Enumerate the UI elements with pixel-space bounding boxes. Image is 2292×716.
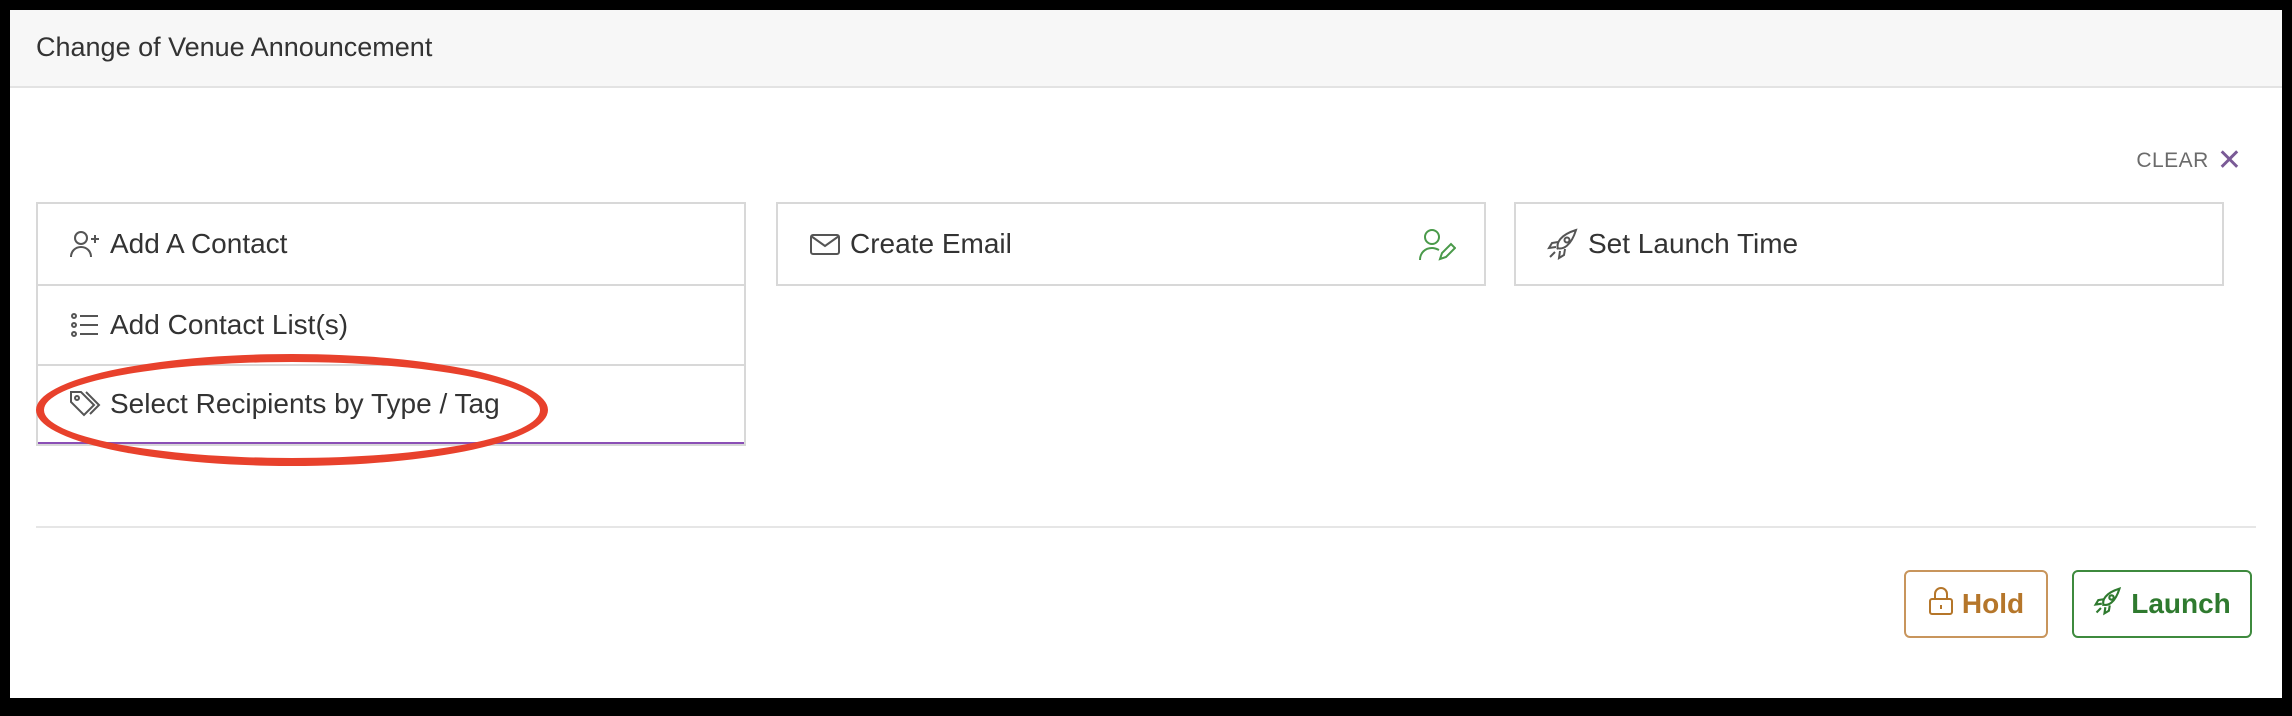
set-launch-time-label: Set Launch Time bbox=[1588, 228, 1799, 259]
select-recipients-by-tag-button[interactable]: Select Recipients by Type / Tag bbox=[38, 364, 744, 444]
clear-label: CLEAR bbox=[2136, 149, 2209, 172]
lock-icon bbox=[1928, 586, 1954, 623]
list-icon bbox=[68, 308, 102, 342]
tags-icon bbox=[68, 387, 102, 421]
add-contact-lists-label: Add Contact List(s) bbox=[110, 309, 349, 340]
rocket-icon bbox=[2093, 586, 2123, 623]
user-plus-icon bbox=[68, 227, 102, 261]
panel-header: Change of Venue Announcement bbox=[10, 10, 2282, 88]
create-email-button[interactable]: Create Email bbox=[778, 204, 1484, 284]
hold-button[interactable]: Hold bbox=[1904, 570, 2048, 638]
user-edit-icon bbox=[1418, 226, 1457, 264]
close-icon: ✕ bbox=[2216, 144, 2242, 177]
add-contact-lists-button[interactable]: Add Contact List(s) bbox=[38, 284, 744, 364]
launch-time-panel: Set Launch Time bbox=[1514, 202, 2224, 286]
recipients-panel: Add A Contact Add Contact List(s) Select… bbox=[36, 202, 746, 446]
panel-title: Change of Venue Announcement bbox=[36, 32, 433, 62]
select-recipients-label: Select Recipients by Type / Tag bbox=[110, 388, 500, 419]
add-contact-label: Add A Contact bbox=[110, 228, 288, 259]
hold-label: Hold bbox=[1961, 588, 2025, 619]
rocket-icon bbox=[1546, 227, 1580, 261]
envelope-icon bbox=[808, 227, 842, 261]
set-launch-time-button[interactable]: Set Launch Time bbox=[1516, 204, 2222, 284]
divider bbox=[36, 526, 2256, 528]
create-email-panel: Create Email bbox=[776, 202, 1486, 286]
create-email-label: Create Email bbox=[850, 228, 1012, 259]
launch-button[interactable]: Launch bbox=[2072, 570, 2252, 638]
clear-button[interactable]: CLEAR ✕ bbox=[2136, 146, 2242, 176]
campaign-panel: Change of Venue Announcement CLEAR ✕ Add… bbox=[10, 10, 2282, 698]
add-contact-button[interactable]: Add A Contact bbox=[38, 204, 744, 284]
launch-label: Launch bbox=[2131, 588, 2231, 619]
